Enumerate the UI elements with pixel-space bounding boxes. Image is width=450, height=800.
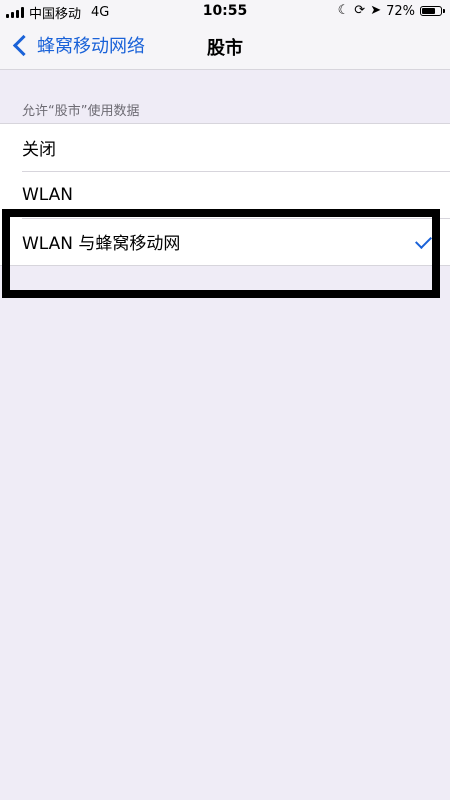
battery-level	[422, 8, 435, 14]
orientation-lock-icon: ⟳	[354, 3, 366, 18]
navigation-bar: 蜂窝移动网络 股市	[0, 22, 450, 70]
status-right: ☾ ⟳ ➤ 72%	[337, 3, 445, 19]
moon-icon: ☾	[337, 3, 350, 18]
section-header: 允许“股市”使用数据	[22, 104, 140, 119]
battery-percent: 72%	[386, 3, 415, 19]
location-arrow-icon: ➤	[370, 3, 382, 18]
status-bar: 中国移动 4G 10:55 ☾ ⟳ ➤ 72%	[0, 0, 450, 22]
battery-icon	[420, 6, 445, 16]
option-label: 关闭	[22, 140, 56, 160]
option-label: WLAN	[22, 184, 74, 205]
option-off[interactable]: 关闭	[0, 124, 450, 171]
highlight-box	[2, 209, 440, 298]
page-title: 股市	[207, 38, 243, 59]
